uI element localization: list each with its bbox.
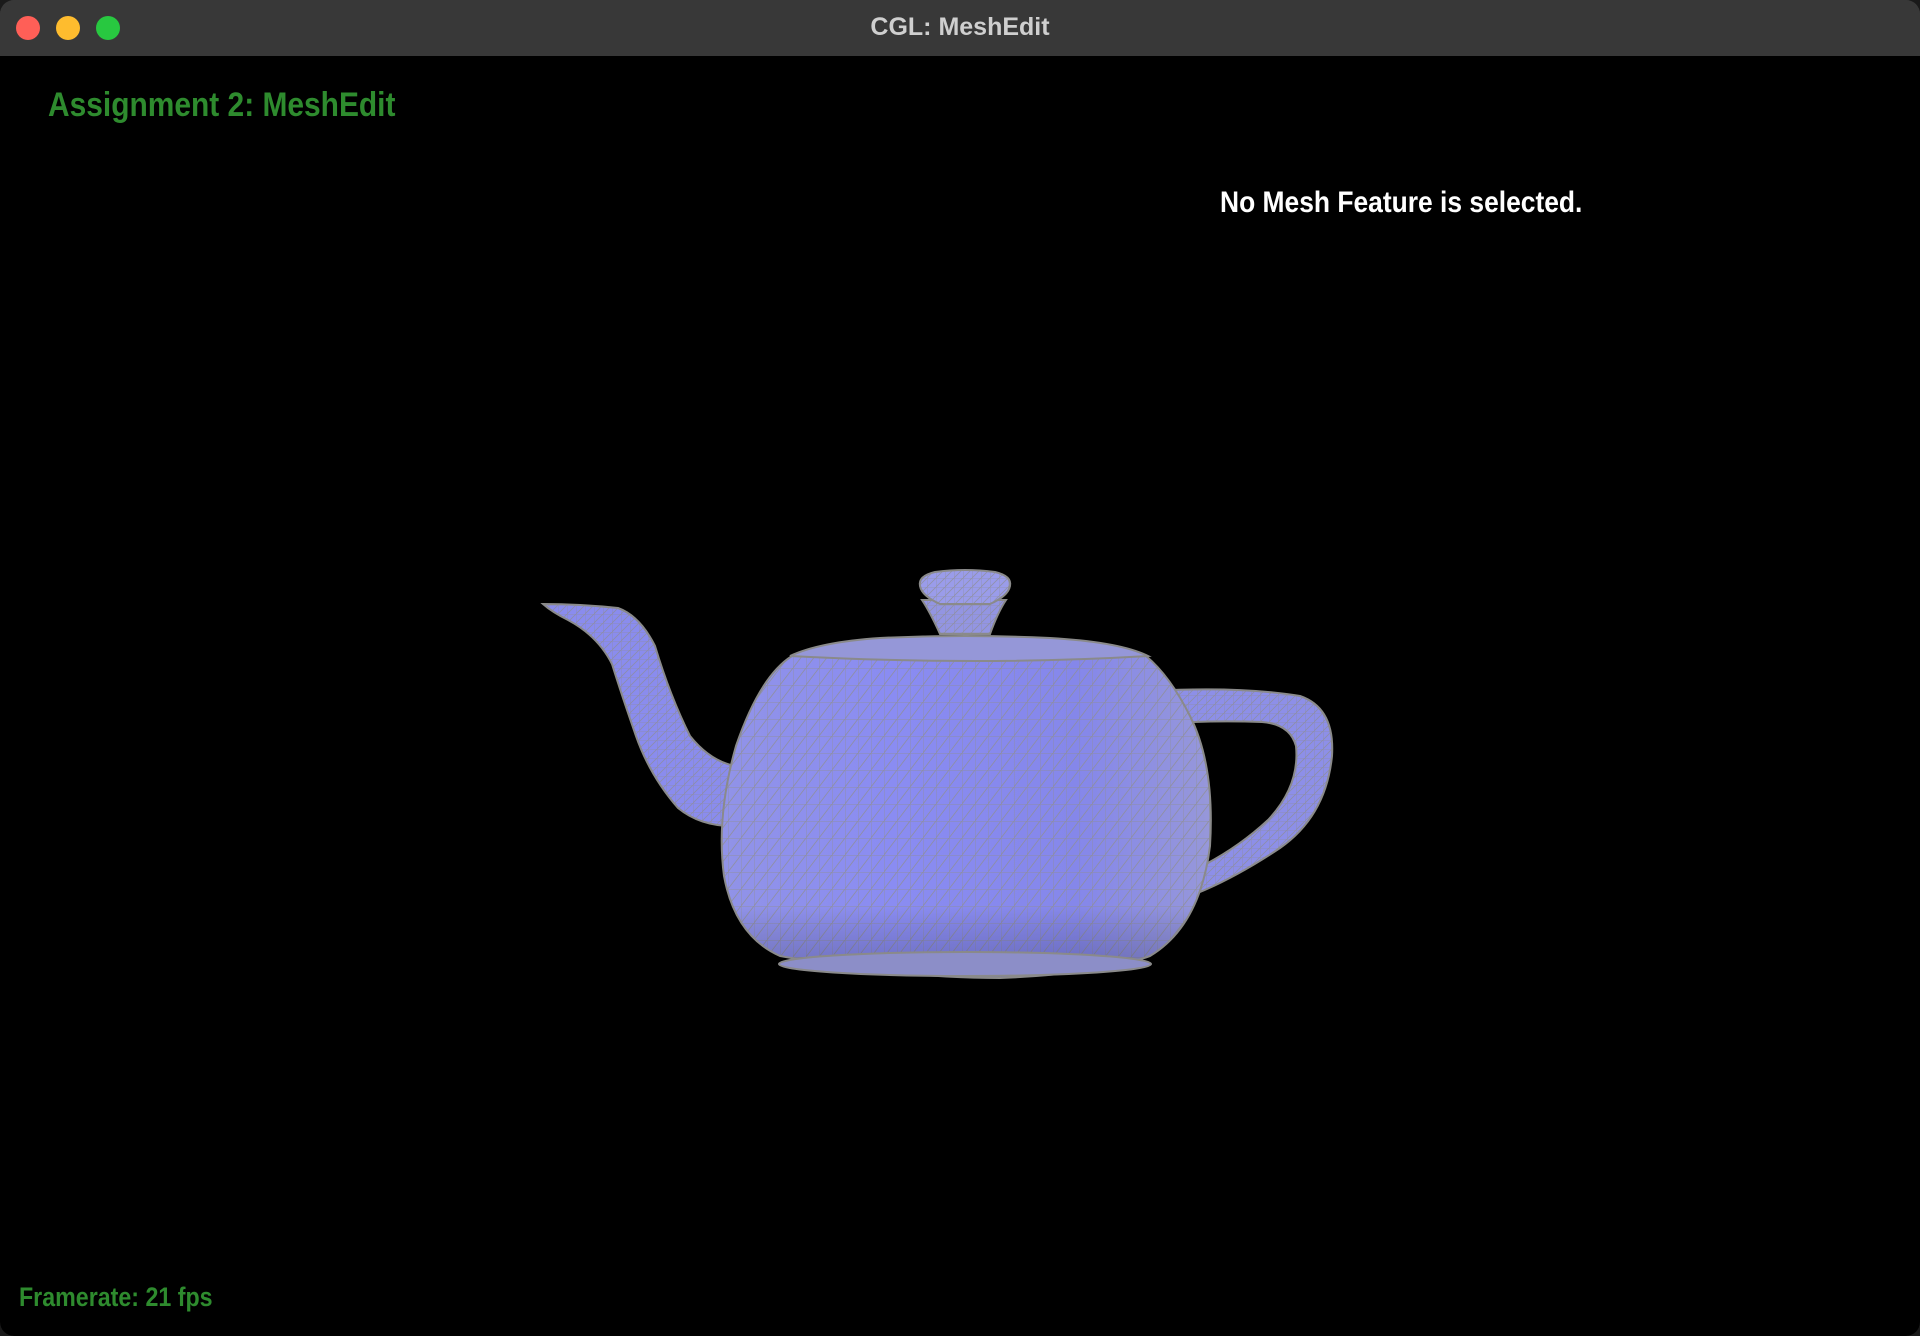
teapot-mesh-render[interactable] xyxy=(0,56,1920,1336)
mesh-feature-status: No Mesh Feature is selected. xyxy=(1220,186,1583,219)
assignment-title: Assignment 2: MeshEdit xyxy=(48,86,396,124)
teapot-lid xyxy=(789,635,1152,662)
window-title: CGL: MeshEdit xyxy=(870,13,1050,41)
render-viewport[interactable]: Assignment 2: MeshEdit No Mesh Feature i… xyxy=(0,56,1920,1336)
title-bar[interactable]: CGL: MeshEdit xyxy=(0,0,1920,57)
teapot-base xyxy=(778,951,1152,977)
app-window: CGL: MeshEdit Assignment 2: MeshEdit No … xyxy=(0,0,1920,1336)
framerate-readout: Framerate: 21 fps xyxy=(19,1282,213,1312)
